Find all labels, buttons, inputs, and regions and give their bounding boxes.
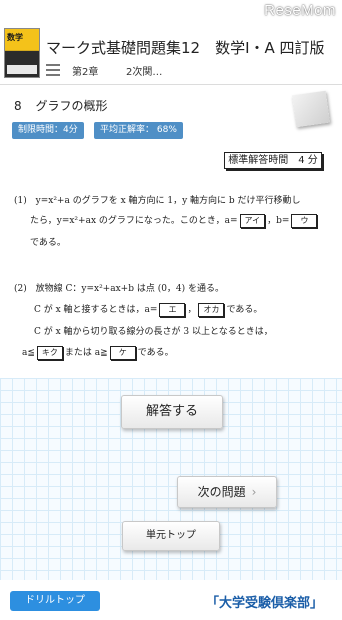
book-cover-band (7, 65, 37, 74)
q1-line2: たら，y=x²+ax のグラフになった。このとき，a= アイ ，b= ウ (30, 213, 319, 228)
answer-box-u[interactable]: ウ (291, 214, 318, 228)
answer-box-ke[interactable]: ケ (109, 346, 136, 360)
q1-text2a: たら，y=x²+ax のグラフになった。このとき，a= (30, 216, 238, 226)
breadcrumb-section[interactable]: 2次関… (126, 63, 162, 78)
q2-text1: 放物線 C：y=x²+ax+b は点 (0，4) を通る。 (35, 284, 225, 294)
q2-line1: (2) 放物線 C：y=x²+ax+b は点 (0，4) を通る。 (14, 281, 224, 294)
chevron-right-icon: › (251, 485, 257, 499)
answer-box-kiku[interactable]: キク (36, 346, 63, 360)
book-cover-thumbnail: 数学 (4, 28, 40, 78)
breadcrumb-chapter[interactable]: 第2章 (72, 63, 98, 78)
q2-text4a: a≦ (22, 348, 35, 358)
problem-number: 8 (14, 99, 22, 113)
problem-title: グラフの概形 (35, 99, 108, 113)
q1-line3: である。 (30, 238, 66, 248)
problem-panel: 8 グラフの概形 制限時間：4分 平均正解率： 68% 標準解答時間 4 分 (… (0, 85, 342, 377)
watermark: ReseMom (264, 2, 336, 19)
q2-sep: ， (187, 305, 197, 315)
q2-line3: C が x 軸から切り取る線分の長さが 3 以上となるときは， (34, 327, 273, 337)
list-icon[interactable] (46, 64, 60, 76)
book-cover-title: 数学 (7, 33, 23, 42)
q2-line2: C が x 軸と接するときは，a= エ，オカ である。 (34, 302, 262, 317)
q1-label: (1) (14, 196, 27, 206)
answer-box-ai[interactable]: アイ (239, 214, 266, 228)
unit-top-button[interactable]: 単元トップ (122, 521, 220, 551)
next-question-button[interactable]: 次の問題 › (177, 476, 277, 508)
q1-text2b: ，b= (267, 216, 290, 226)
q2-line4: a≦ キク または a≧ ケである。 (22, 345, 174, 360)
q2-text2b: である。 (226, 305, 263, 315)
answer-box-oka[interactable]: オカ (198, 303, 225, 317)
brand-logo-text: 「大学受験倶楽部」 (206, 596, 324, 611)
time-limit-badge: 制限時間：4分 (12, 122, 84, 139)
q2-text2a: C が x 軸と接するときは，a= (34, 305, 158, 315)
q2-label: (2) (14, 284, 27, 294)
q1-line1: (1) y=x²+a のグラフを x 軸方向に 1，y 軸方向に b だけ平行移… (14, 193, 301, 206)
drill-top-button[interactable]: ドリルトップ (10, 591, 100, 611)
q2-text4b: または a≧ (64, 348, 108, 358)
page-title: マーク式基礎問題集12 数学Ⅰ・A 四訂版 (46, 39, 325, 57)
sticky-note-icon[interactable] (291, 90, 331, 128)
q1-text1: y=x²+a のグラフを x 軸方向に 1，y 軸方向に b だけ平行移動し (35, 196, 301, 206)
problem-heading: 8 グラフの概形 (14, 97, 107, 114)
next-question-label: 次の問題 (197, 485, 246, 499)
answer-box-e[interactable]: エ (159, 303, 186, 317)
accuracy-badge: 平均正解率： 68% (94, 122, 183, 139)
standard-time-box: 標準解答時間 4 分 (224, 152, 322, 169)
answer-button[interactable]: 解答する (121, 395, 223, 429)
q2-text4c: である。 (137, 348, 174, 358)
